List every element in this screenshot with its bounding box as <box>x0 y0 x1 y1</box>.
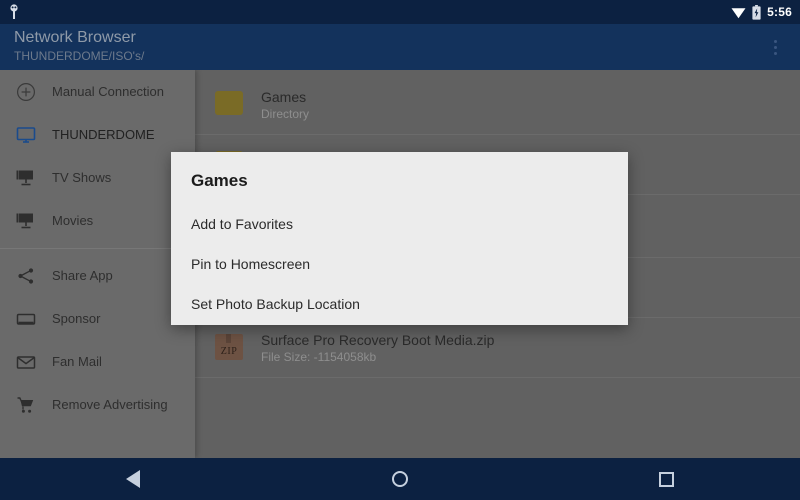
system-navigation-bar <box>0 458 800 500</box>
dialog-option-add-to-favorites[interactable]: Add to Favorites <box>191 212 628 236</box>
page-title: Network Browser <box>14 29 136 46</box>
wifi-icon <box>731 6 746 19</box>
home-icon[interactable] <box>355 458 445 500</box>
recents-icon[interactable] <box>622 458 712 500</box>
status-bar: 5:56 <box>0 0 800 24</box>
dialog-title: Games <box>191 171 248 190</box>
dialog-option-pin-to-homescreen[interactable]: Pin to Homescreen <box>191 252 628 276</box>
app-bar: Network Browser THUNDERDOME/ISO's/ <box>0 24 800 70</box>
dialog-option-set-photo-backup-location[interactable]: Set Photo Backup Location <box>191 292 628 316</box>
more-vertical-icon[interactable] <box>764 35 786 59</box>
status-time: 5:56 <box>767 5 792 19</box>
context-dialog: Games Add to Favorites Pin to Homescreen… <box>171 152 628 325</box>
breadcrumb: THUNDERDOME/ISO's/ <box>14 49 145 63</box>
battery-charging-icon <box>752 4 761 20</box>
usb-icon <box>8 4 20 20</box>
back-icon[interactable] <box>88 458 178 500</box>
